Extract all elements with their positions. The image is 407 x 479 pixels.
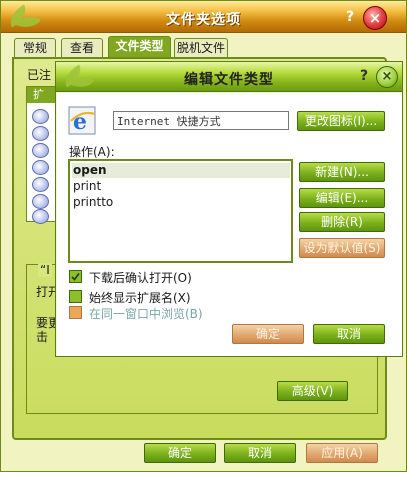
action-item-printto[interactable]: printto (72, 195, 290, 210)
help-icon[interactable]: ? (356, 68, 372, 86)
edit-action-button[interactable]: 编辑(E)... (299, 188, 385, 208)
outer-titlebar[interactable]: 文件夹选项 ? × (1, 1, 406, 33)
file-type-icon (32, 209, 49, 224)
set-default-button[interactable]: 设为默认值(S) (299, 238, 385, 258)
file-type-icon (32, 109, 49, 124)
confirm-open-checkbox[interactable] (69, 270, 82, 283)
file-type-icon (32, 194, 49, 209)
edit-file-type-dialog: 编辑文件类型 ? × e 更改图标(I)... 操作(A): open prin… (55, 61, 403, 357)
file-type-name-input[interactable] (113, 111, 289, 130)
details-hint-cont: 击 (36, 330, 49, 344)
always-show-extension-checkbox[interactable] (69, 290, 82, 303)
close-icon[interactable]: × (376, 66, 398, 88)
bottom-strip (0, 472, 407, 479)
actions-label: 操作(A): (69, 145, 115, 159)
always-show-extension-label: 始终显示扩展名(X) (89, 291, 191, 305)
dialog-cancel-button[interactable]: 取消 (313, 324, 385, 344)
advanced-button[interactable]: 高级(V) (277, 381, 348, 401)
cancel-button[interactable]: 取消 (224, 443, 296, 463)
details-title: “I (38, 263, 52, 277)
browse-same-window-checkbox[interactable] (69, 306, 82, 319)
file-type-icon (32, 143, 49, 158)
tab-offline-files[interactable]: 脱机文件 (174, 38, 228, 58)
action-item-open[interactable]: open (72, 163, 290, 178)
dialog-titlebar[interactable]: 编辑文件类型 ? × (56, 62, 402, 93)
checkmark-icon (71, 273, 80, 281)
help-icon[interactable]: ? (341, 9, 359, 27)
registered-types-label: 已注 (27, 68, 52, 82)
dialog-ok-button[interactable]: 确定 (232, 324, 304, 344)
tab-general[interactable]: 常规 (14, 38, 56, 58)
new-action-button[interactable]: 新建(N)... (299, 162, 385, 182)
change-icon-button[interactable]: 更改图标(I)... (297, 111, 385, 131)
tab-view[interactable]: 查看 (61, 38, 103, 58)
dialog-title: 编辑文件类型 (184, 72, 274, 88)
actions-list[interactable]: open print printto (68, 159, 293, 263)
apply-button[interactable]: 应用(A) (306, 443, 378, 463)
confirm-open-label: 下载后确认打开(O) (89, 271, 192, 285)
close-icon[interactable]: × (363, 6, 387, 30)
file-type-icon (32, 160, 49, 175)
remove-action-button[interactable]: 删除(R) (299, 212, 385, 232)
file-type-icon (32, 126, 49, 141)
action-item-print[interactable]: print (72, 179, 290, 194)
file-type-icon (32, 177, 49, 192)
ok-button[interactable]: 确定 (144, 443, 216, 463)
browse-same-window-label: 在同一窗口中浏览(B) (89, 307, 203, 321)
internet-explorer-icon: e (68, 106, 96, 135)
tab-file-types[interactable]: 文件类型 (108, 36, 171, 58)
